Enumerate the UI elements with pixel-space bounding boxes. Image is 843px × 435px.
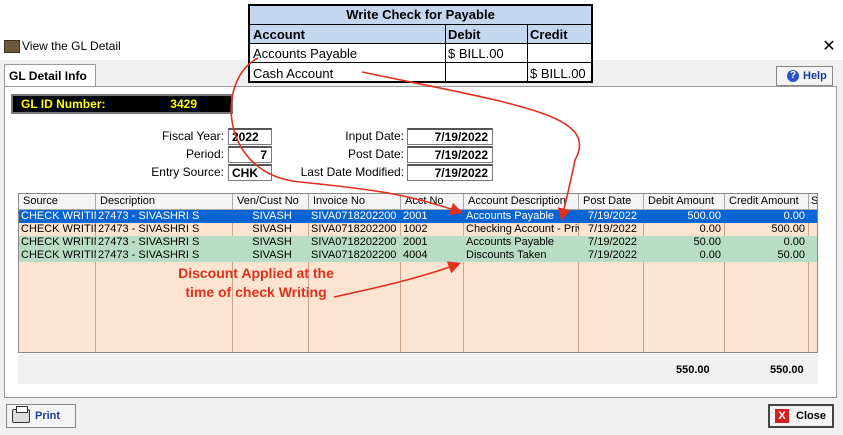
arrow-accounts-payable	[230, 57, 464, 215]
annotation-arrows	[230, 57, 581, 298]
arrow-discount	[333, 261, 462, 298]
arrow-cash-account	[361, 71, 581, 222]
